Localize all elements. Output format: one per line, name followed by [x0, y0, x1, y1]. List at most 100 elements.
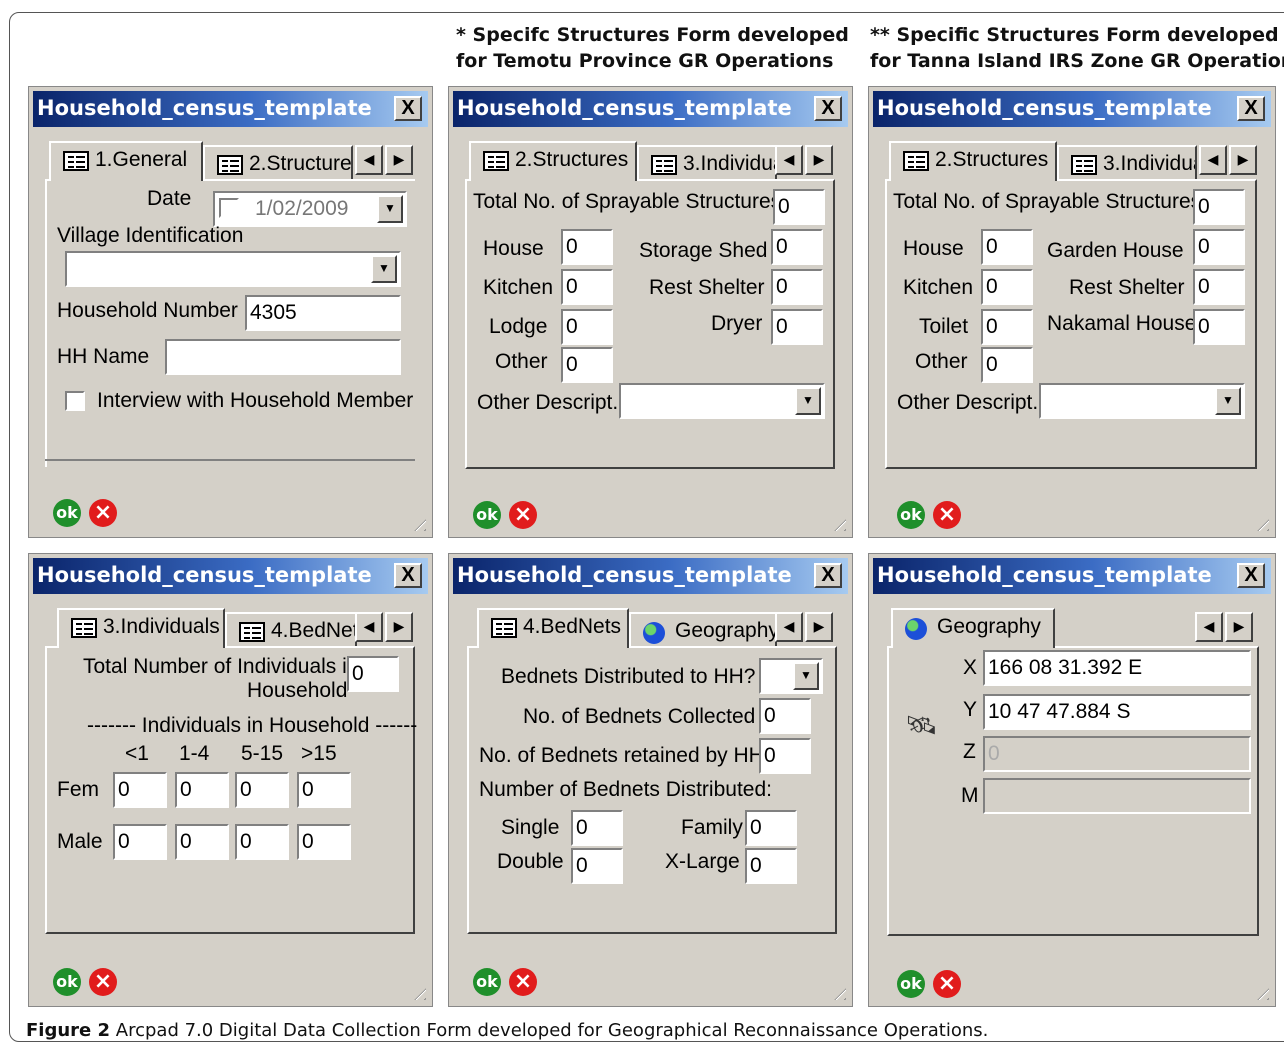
house-field[interactable]: 0: [981, 229, 1033, 265]
tab-scroll-right-button[interactable]: ▶: [385, 145, 413, 175]
y-coordinate-field[interactable]: 10 47 47.884 S: [983, 694, 1251, 730]
tab-geography[interactable]: Geography: [891, 608, 1055, 648]
kitchen-field[interactable]: 0: [561, 269, 613, 305]
other-descript-select[interactable]: ▼: [619, 383, 825, 419]
x-coordinate-field[interactable]: 166 08 31.392 E: [983, 650, 1251, 686]
tab-individuals[interactable]: 3.Individuals: [637, 145, 777, 181]
tab-scroll-left-button[interactable]: ◀: [775, 145, 803, 175]
total-structures-field[interactable]: 0: [773, 189, 825, 225]
temotu-note-line2: for Temotu Province GR Operations: [456, 50, 834, 72]
title-bar: Household_census_template X: [873, 558, 1271, 594]
nakamal-house-field[interactable]: 0: [1193, 309, 1245, 345]
close-button[interactable]: X: [1237, 563, 1265, 588]
other-field[interactable]: 0: [981, 347, 1033, 383]
xlarge-field[interactable]: 0: [745, 848, 797, 884]
household-number-field[interactable]: 4305: [245, 295, 401, 331]
cancel-button[interactable]: ×: [509, 968, 537, 996]
close-button[interactable]: X: [394, 96, 422, 121]
total-structures-field[interactable]: 0: [1193, 189, 1245, 225]
male-count-field[interactable]: 0: [297, 824, 351, 860]
house-field[interactable]: 0: [561, 229, 613, 265]
ok-button[interactable]: ok: [53, 968, 81, 996]
tab-geography[interactable]: Geography: [629, 612, 777, 648]
resize-grip-icon[interactable]: [828, 513, 846, 531]
gps-satellite-icon[interactable]: 🛰: [905, 710, 938, 741]
fem-count-field[interactable]: 0: [175, 772, 229, 808]
total-individuals-field[interactable]: 0: [347, 656, 399, 692]
ok-button[interactable]: ok: [897, 970, 925, 998]
bednets-distributed-select[interactable]: ▼: [759, 658, 823, 694]
tab-scroll-right-button[interactable]: ▶: [805, 145, 833, 175]
village-select[interactable]: ▼: [65, 251, 401, 287]
other-descript-select[interactable]: ▼: [1039, 383, 1245, 419]
garden-house-field[interactable]: 0: [1193, 229, 1245, 265]
tab-scroll-left-button[interactable]: ◀: [355, 145, 383, 175]
tab-scroll-right-button[interactable]: ▶: [1229, 145, 1257, 175]
bednets-collected-field[interactable]: 0: [759, 698, 811, 734]
rest-shelter-field[interactable]: 0: [771, 269, 823, 305]
dropdown-arrow-icon[interactable]: ▼: [793, 662, 819, 690]
dropdown-arrow-icon[interactable]: ▼: [377, 195, 403, 223]
tab-scroll-right-button[interactable]: ▶: [805, 612, 833, 642]
other-field[interactable]: 0: [561, 347, 613, 383]
male-count-field[interactable]: 0: [175, 824, 229, 860]
tab-bednets[interactable]: 4.BedNets: [225, 612, 357, 648]
ok-button[interactable]: ok: [53, 499, 81, 527]
close-button[interactable]: X: [394, 563, 422, 588]
tab-structures[interactable]: 2.Structures: [203, 145, 353, 181]
resize-grip-icon[interactable]: [408, 513, 426, 531]
tab-scroll-left-button[interactable]: ◀: [1199, 145, 1227, 175]
rest-shelter-field[interactable]: 0: [1193, 269, 1245, 305]
date-checkbox[interactable]: [219, 198, 239, 218]
cancel-button[interactable]: ×: [89, 968, 117, 996]
kitchen-field[interactable]: 0: [981, 269, 1033, 305]
fem-count-field[interactable]: 0: [113, 772, 167, 808]
ok-button[interactable]: ok: [897, 501, 925, 529]
dryer-field[interactable]: 0: [771, 309, 823, 345]
resize-grip-icon[interactable]: [408, 982, 426, 1000]
resize-grip-icon[interactable]: [1251, 513, 1269, 531]
tab-scroll-left-button[interactable]: ◀: [355, 612, 383, 642]
z-coordinate-field[interactable]: 0: [983, 736, 1251, 772]
tab-individuals[interactable]: 3.Individuals: [1057, 145, 1197, 181]
tab-scroll-left-button[interactable]: ◀: [1195, 612, 1223, 642]
tab-general[interactable]: 1.General: [49, 141, 203, 181]
toilet-field[interactable]: 0: [981, 309, 1033, 345]
tab-scroll-right-button[interactable]: ▶: [1225, 612, 1253, 642]
fem-count-field[interactable]: 0: [297, 772, 351, 808]
tab-individuals[interactable]: 3.Individuals: [57, 608, 225, 648]
tab-scroll-right-button[interactable]: ▶: [385, 612, 413, 642]
tab-bednets[interactable]: 4.BedNets: [477, 608, 629, 648]
close-button[interactable]: X: [814, 96, 842, 121]
storage-shed-field[interactable]: 0: [771, 229, 823, 265]
hh-name-field[interactable]: [165, 339, 401, 375]
ok-button[interactable]: ok: [473, 501, 501, 529]
resize-grip-icon[interactable]: [828, 982, 846, 1000]
male-count-field[interactable]: 0: [113, 824, 167, 860]
dropdown-arrow-icon[interactable]: ▼: [795, 387, 821, 415]
date-picker[interactable]: 1/02/2009 ▼: [213, 191, 407, 227]
m-value-field[interactable]: [983, 778, 1251, 814]
single-field[interactable]: 0: [571, 810, 623, 846]
form-page-icon: [491, 618, 517, 638]
close-button[interactable]: X: [1237, 96, 1265, 121]
tab-structures[interactable]: 2.Structures: [469, 141, 637, 181]
cancel-button[interactable]: ×: [933, 501, 961, 529]
interview-checkbox[interactable]: [65, 391, 85, 411]
cancel-button[interactable]: ×: [89, 499, 117, 527]
cancel-button[interactable]: ×: [933, 970, 961, 998]
dropdown-arrow-icon[interactable]: ▼: [1215, 387, 1241, 415]
cancel-button[interactable]: ×: [509, 501, 537, 529]
resize-grip-icon[interactable]: [1251, 982, 1269, 1000]
close-button[interactable]: X: [814, 563, 842, 588]
tab-structures[interactable]: 2.Structures: [889, 141, 1057, 181]
fem-count-field[interactable]: 0: [235, 772, 289, 808]
family-field[interactable]: 0: [745, 810, 797, 846]
ok-button[interactable]: ok: [473, 968, 501, 996]
lodge-field[interactable]: 0: [561, 309, 613, 345]
dropdown-arrow-icon[interactable]: ▼: [371, 255, 397, 283]
male-count-field[interactable]: 0: [235, 824, 289, 860]
double-field[interactable]: 0: [571, 848, 623, 884]
bednets-retained-field[interactable]: 0: [759, 738, 811, 774]
tab-scroll-left-button[interactable]: ◀: [775, 612, 803, 642]
